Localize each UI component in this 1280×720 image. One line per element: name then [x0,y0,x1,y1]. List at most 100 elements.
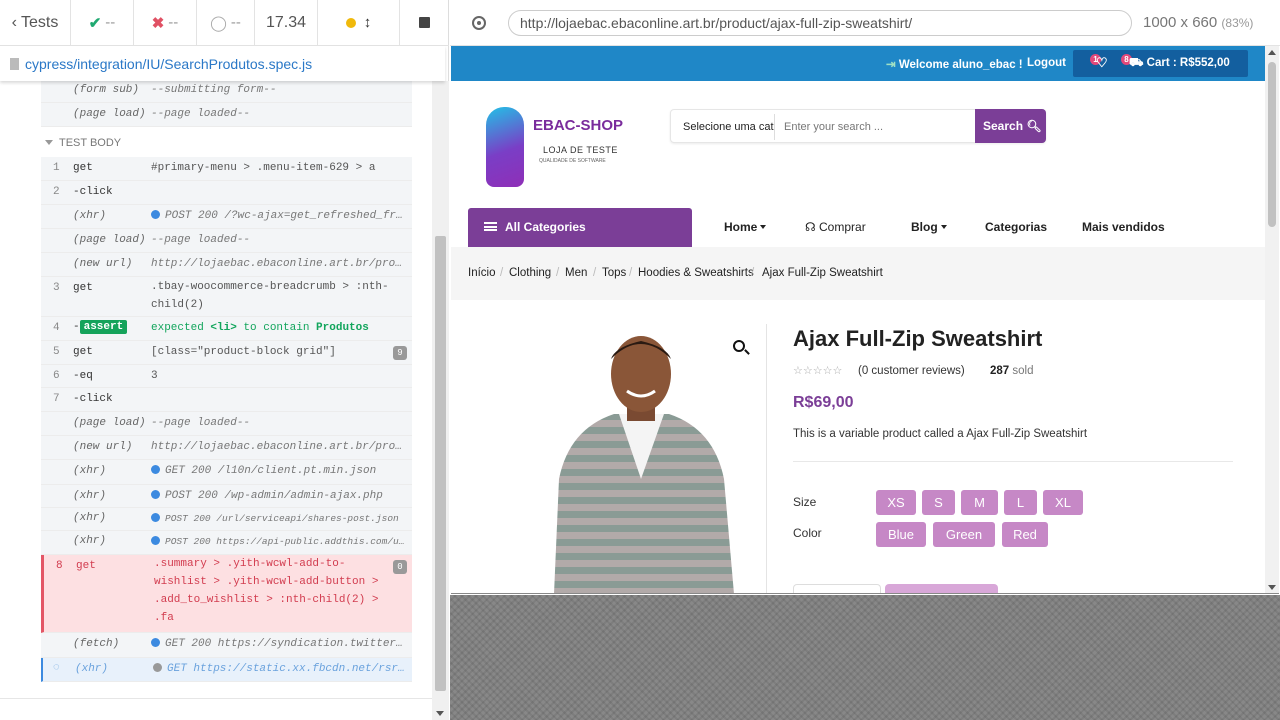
tests-back-button[interactable]: ‹ Tests [0,0,71,46]
scroll-up-arrow-icon[interactable] [1268,50,1276,55]
reporter-footer [0,698,432,720]
command-row[interactable]: (page load) --page loaded-- [41,229,412,253]
command-row[interactable]: 5 get [class="product-block grid"] 9 [41,341,412,365]
size-swatch-xl[interactable]: XL [1043,490,1083,515]
mini-cart[interactable]: 1 ♡ 8 ⛟ Cart : R$552,00 [1073,50,1248,77]
command-row-pending[interactable]: ◌ (xhr) GET https://static.xx.fbcdn.net/… [41,658,412,682]
headset-icon: ☊ [805,220,816,234]
rating-stars-icon: ☆☆☆☆☆ [793,365,843,377]
command-row[interactable]: (new url) http://lojaebac.ebaconline.art… [41,253,412,277]
command-row[interactable]: 2 -click [41,181,412,205]
sold-count: 287 sold [990,365,1034,377]
nav-item-blog[interactable]: Blog [911,220,947,234]
scroll-down-arrow-icon[interactable] [436,711,444,716]
command-row[interactable]: 3 get .tbay-woocommerce-breadcrumb > :nt… [41,277,412,317]
breadcrumb-current: Ajax Full-Zip Sweatshirt [762,267,883,279]
nav-item-home[interactable]: Home [724,220,767,234]
command-row[interactable]: (xhr) GET 200 /l10n/client.pt.min.json [41,460,412,485]
scrollbar-thumb[interactable] [1268,62,1276,227]
site-logo[interactable]: EBAC-SHOP LOJA DE TESTE QUALIDADE DE SOF… [481,103,629,195]
xhr-status-dot-icon [151,490,160,499]
heart-icon[interactable]: ♡ [1096,55,1108,71]
aut-scrollbar[interactable] [1265,46,1279,593]
command-row[interactable]: (xhr) POST 200 /?wc-ajax=get_refreshed_f… [41,205,412,229]
element-count-badge: 0 [393,560,407,574]
auto-scroll-toggle[interactable]: ↕ [318,0,400,46]
all-categories-button[interactable]: All Categories [468,208,692,247]
command-row[interactable]: (xhr) POST 200 https://api-public.addthi… [41,531,412,555]
circle-notch-icon: ◯ [210,14,227,32]
breadcrumb-link[interactable]: Men [565,267,587,279]
xhr-status-dot-icon [151,536,160,545]
command-row[interactable]: (fetch) GET 200 https://syndication.twit… [41,633,412,658]
file-icon [10,57,19,70]
scrollbar-thumb[interactable] [435,236,446,691]
command-row[interactable]: 1 get #primary-menu > .menu-item-629 > a [41,157,412,181]
spinner-icon: ◌ [53,662,60,674]
search-form: Selecione uma cat Enter your search ... … [670,109,1046,143]
color-swatch-red[interactable]: Red [1002,522,1048,547]
caret-down-icon [45,140,53,145]
breadcrumb-link[interactable]: Início [468,267,496,279]
command-row[interactable]: (page load) --page loaded-- [41,103,412,127]
command-row[interactable]: (xhr) POST 200 /wp-admin/admin-ajax.php [41,485,412,508]
breadcrumb: Início / Clothing / Men / Tops / Hoodies… [451,247,1265,300]
passed-count: ✔ -- [71,0,134,46]
command-row[interactable]: 6 -eq 3 [41,365,412,388]
nav-item-categorias[interactable]: Categorias [985,220,1047,234]
welcome-link[interactable]: ⇥ Welcome aluno_ebac ! [886,57,1023,71]
scroll-down-arrow-icon[interactable] [1268,585,1276,590]
product-image[interactable] [539,329,744,594]
test-body-header[interactable]: TEST BODY [45,137,121,149]
xhr-status-dot-icon [151,638,160,647]
assert-tag: assert [79,320,128,334]
color-swatch-blue[interactable]: Blue [876,522,926,547]
command-row[interactable]: (xhr) POST 200 /url/serviceapi/shares-po… [41,508,412,531]
aut-iframe[interactable]: ⇥ Welcome aluno_ebac ! Logout 1 ♡ 8 ⛟ Ca… [451,46,1279,594]
stop-icon [419,17,430,28]
command-log-scrollbar[interactable] [432,81,449,720]
viewport-info[interactable]: 1000 x 660 (83%) [1143,14,1253,31]
search-category-select[interactable]: Selecione uma cat [683,121,774,133]
logout-link[interactable]: Logout [1027,57,1066,69]
check-icon: ✔ [88,14,102,32]
size-swatch-s[interactable]: S [922,490,955,515]
breadcrumb-link[interactable]: Clothing [509,267,551,279]
size-swatch-m[interactable]: M [961,490,998,515]
search-input[interactable]: Enter your search ... [784,121,883,133]
chevron-left-icon: ‹ [11,13,17,31]
size-swatch-l[interactable]: L [1004,490,1037,515]
nav-item-comprar[interactable]: ☊ Comprar [805,220,866,234]
search-button[interactable]: Search 🔍︎ [975,109,1046,143]
running-indicator-icon [345,17,356,28]
spec-path[interactable]: cypress/integration/IU/SearchProdutos.sp… [0,46,445,81]
stop-button[interactable] [400,0,449,46]
reviews-link[interactable]: (0 customer reviews) [858,365,965,377]
stats-bar: ‹ Tests ✔ -- ✖ -- ◯ -- 17.34 ↕ [0,0,449,46]
command-row[interactable]: (page load) --page loaded-- [41,412,412,436]
color-swatch-green[interactable]: Green [933,522,995,547]
xhr-status-dot-icon [151,210,160,219]
selector-playground-icon[interactable] [472,15,486,30]
viewport-size: 1000 x 660 [1143,14,1218,31]
command-log[interactable]: (form sub) --submitting form-- (page loa… [0,81,432,698]
add-to-cart-button[interactable] [885,584,998,593]
command-row-failed[interactable]: 8 get .summary > .yith-wcwl-add-to-wishl… [41,555,412,633]
aut-header: http://lojaebac.ebaconline.art.br/produc… [450,0,1280,46]
caret-down-icon [940,225,947,229]
command-row[interactable]: 4 - assert expected <li> to contain Produ… [41,317,412,341]
viewport-scale: (83%) [1221,16,1254,30]
command-row[interactable]: 7 -click [41,388,412,412]
aut-url-bar[interactable]: http://lojaebac.ebaconline.art.br/produc… [508,9,1132,36]
divider [766,324,767,593]
size-swatch-xs[interactable]: XS [876,490,916,515]
breadcrumb-link[interactable]: Tops [602,267,626,279]
quantity-input[interactable] [793,584,881,593]
breadcrumb-link[interactable]: Hoodies & Sweatshirts [638,267,754,279]
reporter-panel: ‹ Tests ✔ -- ✖ -- ◯ -- 17.34 ↕ cypress/i… [0,0,449,720]
nav-item-mais-vendidos[interactable]: Mais vendidos [1082,220,1165,234]
command-row[interactable]: (form sub) --submitting form-- [41,81,412,103]
duration: 17.34 [255,0,318,46]
zoom-icon[interactable] [733,340,745,352]
command-row[interactable]: (new url) http://lojaebac.ebaconline.art… [41,436,412,460]
